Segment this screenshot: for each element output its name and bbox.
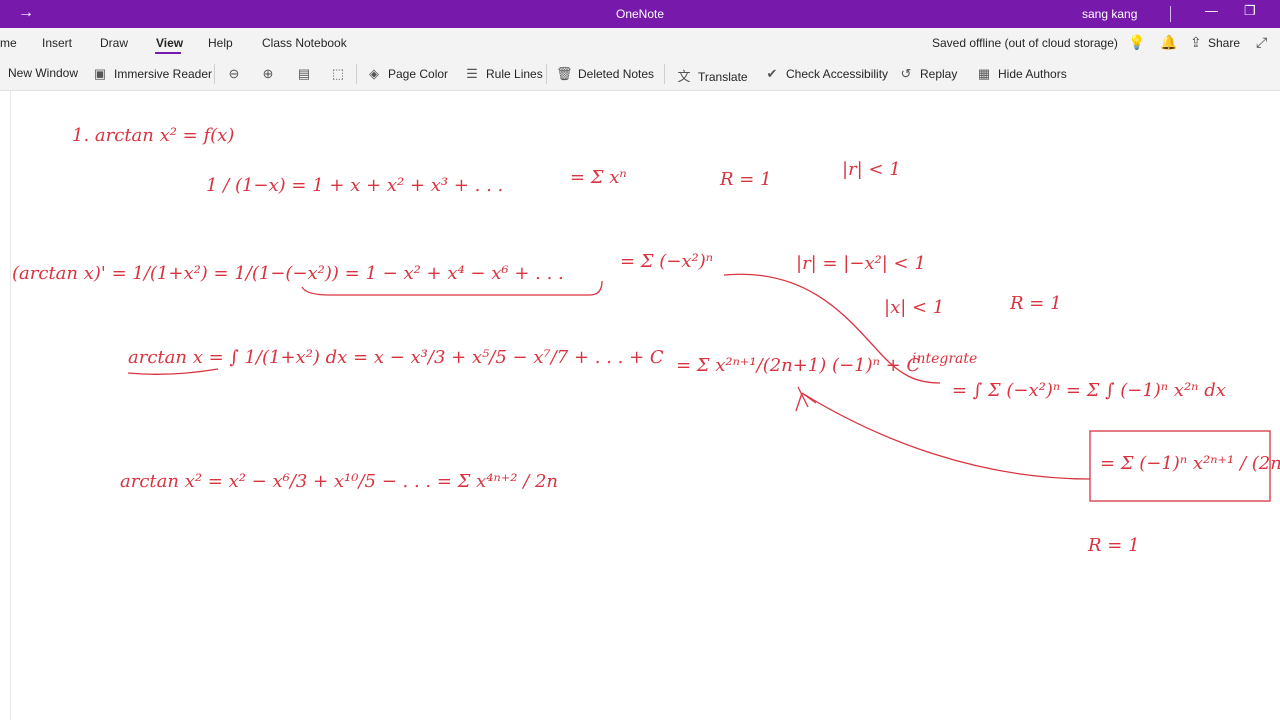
- translate-icon: 文: [677, 69, 691, 84]
- note-canvas[interactable]: 1. arctan x² = f(x) 1 / (1−x) = 1 + x + …: [0, 91, 1280, 720]
- title-bar: → OneNote sang kang — ❐: [0, 0, 1280, 28]
- hide-authors-button[interactable]: ▦ Hide Authors: [976, 66, 1067, 82]
- zoom-in-button[interactable]: ⊕: [260, 66, 282, 82]
- tab-help[interactable]: Help: [208, 36, 233, 50]
- immersive-reader-button[interactable]: ▣ Immersive Reader: [92, 66, 212, 82]
- paint-bucket-icon: ◈: [369, 66, 379, 81]
- toolbar-divider: [546, 64, 547, 84]
- title-divider: [1170, 6, 1171, 22]
- ink-integrate-label: integrate: [912, 351, 977, 367]
- sync-status[interactable]: Saved offline (out of cloud storage): [932, 36, 1118, 50]
- active-tab-indicator: [155, 52, 181, 54]
- ink-arctan-x2-line: arctan x² = x² − x⁶/3 + x¹⁰/5 − . . . = …: [120, 471, 558, 492]
- bell-icon[interactable]: 🔔: [1160, 34, 1177, 51]
- hide-authors-icon: ▦: [977, 66, 991, 81]
- toolbar-divider: [664, 64, 665, 84]
- user-name[interactable]: sang kang: [1082, 7, 1137, 21]
- minimize-icon[interactable]: —: [1205, 3, 1218, 18]
- ink-layer: 1. arctan x² = f(x) 1 / (1−x) = 1 + x + …: [12, 125, 1280, 556]
- ink-integral-line: arctan x = ∫ 1/(1+x²) dx = x − x³/3 + x⁵…: [128, 347, 664, 368]
- immersive-reader-icon: ▣: [93, 66, 107, 81]
- check-accessibility-label: Check Accessibility: [786, 67, 889, 81]
- share-icon[interactable]: ⇪: [1190, 34, 1202, 51]
- ink-integral-right: = ∫ Σ (−x²)ⁿ = Σ ∫ (−1)ⁿ x²ⁿ dx: [952, 380, 1226, 401]
- zoom-out-icon: ⊖: [228, 66, 240, 81]
- tab-insert[interactable]: Insert: [42, 36, 72, 50]
- ink-derivative-line: (arctan x)' = 1/(1+x²) = 1/(1−(−x²)) = 1…: [12, 263, 564, 284]
- page-width-button[interactable]: ⬚: [330, 66, 352, 82]
- deleted-notes-button[interactable]: 🗑 Deleted Notes: [556, 66, 654, 82]
- deleted-notes-label: Deleted Notes: [578, 67, 655, 81]
- ribbon-tabs: me Insert Draw View Help Class Notebook …: [0, 28, 1280, 58]
- share-button[interactable]: Share: [1208, 36, 1240, 50]
- restore-icon[interactable]: ❐: [1244, 3, 1256, 19]
- zoom-out-button[interactable]: ⊖: [226, 66, 248, 82]
- ink-derivative-sum: = Σ (−x²)ⁿ: [620, 251, 713, 272]
- ink-problem-title: 1. arctan x² = f(x): [72, 125, 234, 146]
- rule-lines-button[interactable]: ☰ Rule Lines: [464, 66, 543, 82]
- ink-integral-sum: = Σ x²ⁿ⁺¹/(2n+1) (−1)ⁿ + C: [676, 355, 920, 376]
- toolbar-divider: [356, 64, 357, 84]
- tab-class-notebook[interactable]: Class Notebook: [262, 36, 347, 50]
- translate-button[interactable]: 文 Translate: [676, 66, 748, 85]
- zoom-100-button[interactable]: ▤: [296, 66, 318, 82]
- new-window-button[interactable]: New Window: [8, 66, 78, 80]
- replay-button[interactable]: ↺ Replay: [898, 66, 958, 82]
- rule-lines-icon: ☰: [466, 66, 478, 81]
- immersive-reader-label: Immersive Reader: [114, 67, 213, 81]
- new-window-label: New Window: [8, 66, 79, 80]
- ink-geometric-condition: |r| < 1: [842, 159, 901, 180]
- view-toolbar: New Window ▣ Immersive Reader ⊖ ⊕ ▤ ⬚ ◈ Pa…: [0, 58, 1280, 91]
- accessibility-icon: ✔: [766, 66, 778, 81]
- tab-draw[interactable]: Draw: [100, 36, 128, 50]
- ink-underline-stroke: [127, 368, 219, 375]
- replay-icon: ↺: [900, 66, 912, 81]
- tab-view[interactable]: View: [156, 36, 183, 50]
- page-color-label: Page Color: [388, 67, 449, 81]
- ink-derivative-condition: |r| = |−x²| < 1: [796, 253, 926, 274]
- rule-lines-label: Rule Lines: [486, 67, 543, 81]
- page-color-button[interactable]: ◈ Page Color: [366, 66, 448, 82]
- ink-derivative-radius: R = 1: [1009, 293, 1062, 314]
- ink-boxed-result: = Σ (−1)ⁿ x²ⁿ⁺¹ / (2n+1): [1100, 453, 1280, 474]
- check-accessibility-button[interactable]: ✔ Check Accessibility: [764, 66, 889, 82]
- ink-derivative-condition-x: |x| < 1: [884, 297, 944, 318]
- ink-geometric-sum: = Σ xⁿ: [570, 167, 627, 188]
- tab-home[interactable]: me: [0, 36, 17, 50]
- ink-geometric-series: 1 / (1−x) = 1 + x + x² + x³ + . . .: [206, 175, 503, 196]
- zoom-in-icon: ⊕: [262, 66, 274, 81]
- ink-geometric-radius: R = 1: [719, 169, 772, 190]
- ink-arrow-stroke: [801, 392, 1091, 480]
- replay-label: Replay: [920, 67, 958, 81]
- trash-icon: 🗑: [556, 66, 573, 81]
- toolbar-divider: [214, 64, 215, 84]
- ink-boxed-radius: R = 1: [1087, 535, 1140, 556]
- translate-label: Translate: [698, 70, 748, 84]
- lightbulb-icon[interactable]: 💡: [1128, 34, 1145, 51]
- hide-authors-label: Hide Authors: [998, 67, 1067, 81]
- page-zoom-icon: ▤: [297, 66, 311, 81]
- page-width-icon: ⬚: [331, 66, 345, 81]
- expand-icon[interactable]: ⤢: [1256, 34, 1267, 51]
